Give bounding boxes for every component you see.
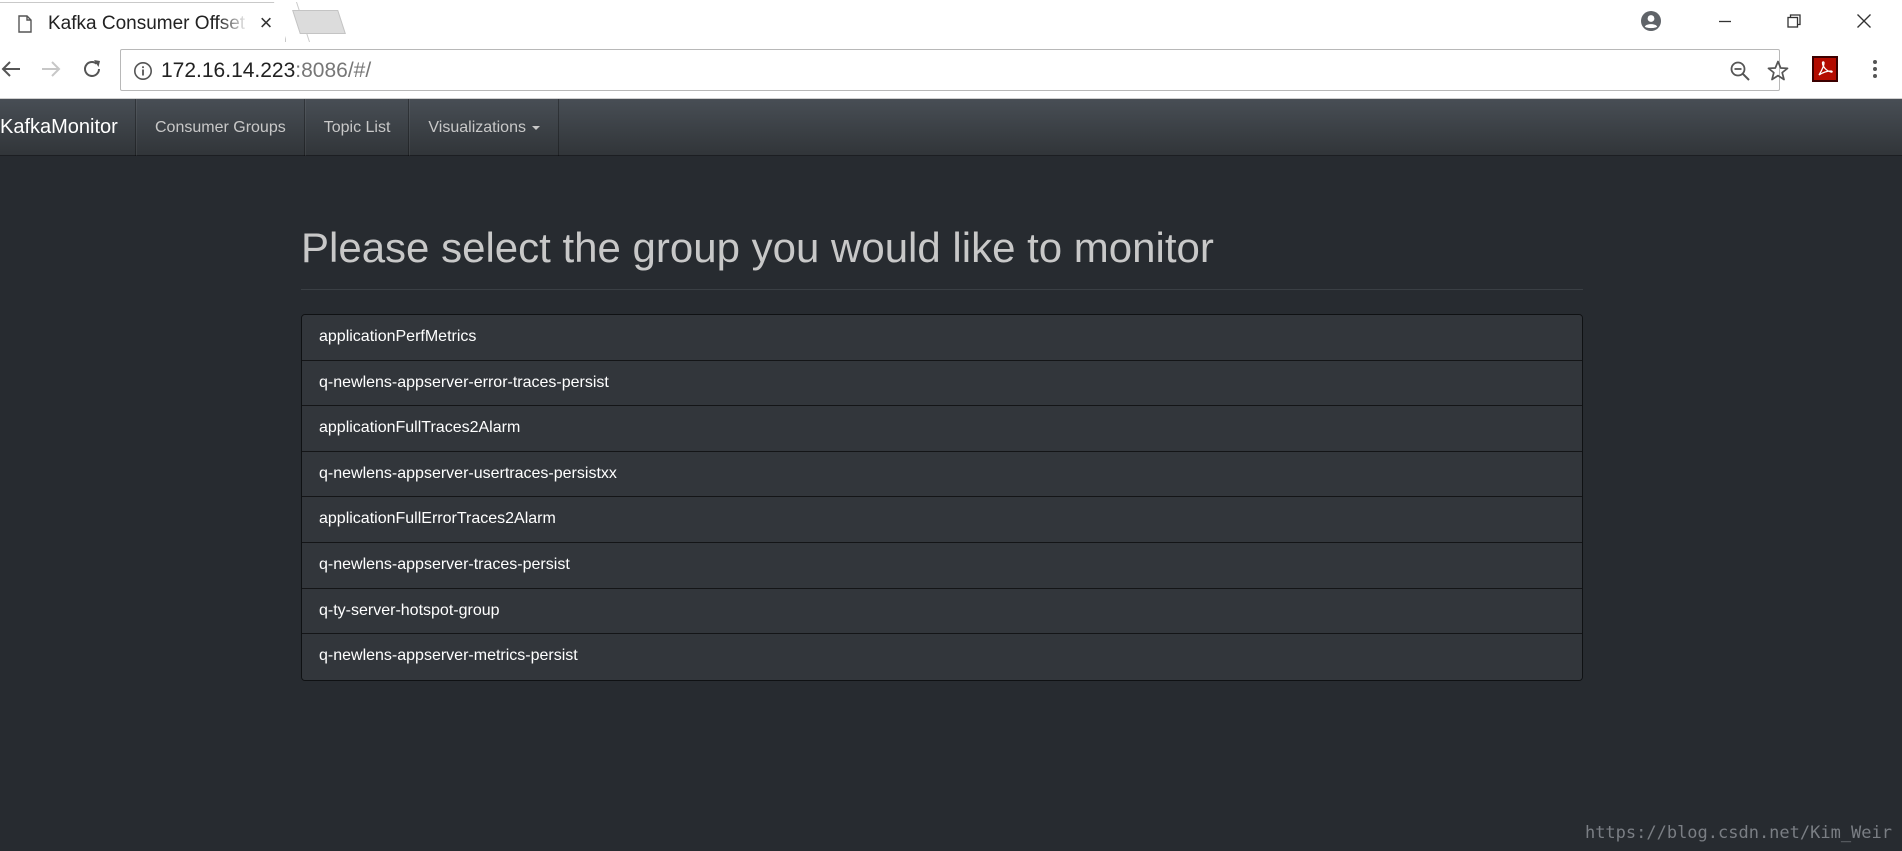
address-bar[interactable]: 172.16.14.223:8086/#/ <box>120 49 1789 91</box>
group-item[interactable]: q-newlens-appserver-error-traces-persist <box>302 360 1582 407</box>
browser-tab[interactable]: Kafka Consumer Offset Monitor × <box>0 2 286 42</box>
tab-strip: Kafka Consumer Offset Monitor × <box>0 0 1902 42</box>
browser-toolbar: 172.16.14.223:8086/#/ <box>0 42 1902 99</box>
group-item[interactable]: q-newlens-appserver-metrics-persist <box>302 634 1582 680</box>
group-item[interactable]: applicationPerfMetrics <box>302 315 1582 361</box>
watermark: https://blog.csdn.net/Kim_Weir <box>1584 823 1892 843</box>
nav-visualizations-dropdown[interactable]: Visualizations <box>409 99 559 156</box>
page-icon <box>18 15 32 33</box>
pdf-extension-icon[interactable] <box>1812 56 1838 82</box>
tab-close-icon[interactable]: × <box>256 12 276 34</box>
nav-topic-list[interactable]: Topic List <box>304 99 410 156</box>
minimize-icon[interactable] <box>1702 6 1748 36</box>
kebab-menu-icon[interactable] <box>1860 54 1890 84</box>
main-content: Please select the group you would like t… <box>0 156 1902 851</box>
url-text: 172.16.14.223:8086/#/ <box>161 59 371 83</box>
tab-title: Kafka Consumer Offset Monitor <box>48 13 248 34</box>
url-path: :8086/#/ <box>295 59 372 82</box>
new-tab-button[interactable] <box>292 10 346 34</box>
page-title: Please select the group you would like t… <box>301 224 1214 271</box>
app-navbar: KafkaMonitor Consumer Groups Topic List … <box>0 99 1902 156</box>
zoom-out-icon[interactable] <box>1729 60 1751 87</box>
group-item[interactable]: q-newlens-appserver-usertraces-persistxx <box>302 451 1582 498</box>
browser-chrome: Kafka Consumer Offset Monitor × <box>0 0 1902 99</box>
reload-icon[interactable] <box>77 54 107 84</box>
close-icon[interactable] <box>1841 6 1887 36</box>
nav-consumer-groups[interactable]: Consumer Groups <box>136 99 305 156</box>
forward-arrow-icon[interactable] <box>36 54 66 84</box>
restore-icon[interactable] <box>1771 6 1817 36</box>
url-host: 172.16.14.223 <box>161 59 296 82</box>
nav-visualizations-label: Visualizations <box>428 119 526 136</box>
group-item[interactable]: applicationFullTraces2Alarm <box>302 406 1582 452</box>
back-arrow-icon[interactable] <box>0 54 26 84</box>
info-icon[interactable] <box>133 61 153 81</box>
group-item[interactable]: q-ty-server-hotspot-group <box>302 588 1582 635</box>
group-item[interactable]: q-newlens-appserver-traces-persist <box>302 542 1582 589</box>
profile-icon[interactable] <box>1628 6 1674 36</box>
consumer-group-list: applicationPerfMetrics q-newlens-appserv… <box>301 314 1583 681</box>
divider <box>301 289 1583 290</box>
caret-down-icon <box>531 125 540 130</box>
group-item[interactable]: applicationFullErrorTraces2Alarm <box>302 497 1582 543</box>
brand-link[interactable]: KafkaMonitor <box>0 99 136 156</box>
star-icon[interactable] <box>1766 59 1790 88</box>
